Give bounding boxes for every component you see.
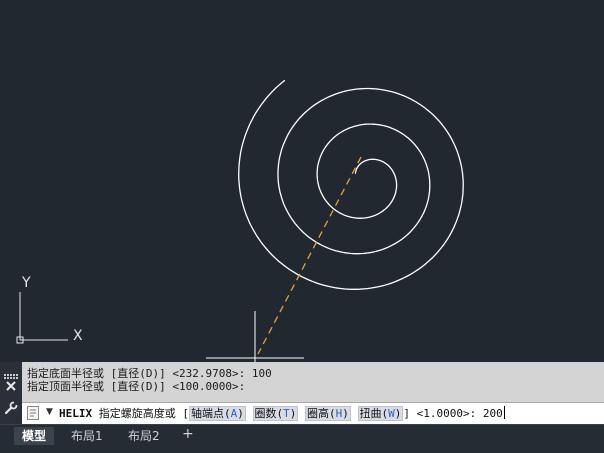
option-axis-endpoint[interactable]: 轴端点(A)	[189, 406, 246, 421]
ucs-icon: Y X	[16, 275, 83, 344]
command-line-icon[interactable]	[27, 406, 39, 420]
layout-tab-bar: 模型 布局1 布局2 +	[0, 424, 604, 453]
tab-model[interactable]: 模型	[14, 427, 55, 445]
canvas-svg: Y X	[16, 79, 464, 362]
command-line-input[interactable]: ▼ HELIX 指定螺旋高度或 [轴端点(A) 圈数(T) 圈高(H) 扭曲(W…	[22, 402, 604, 424]
command-history-lines: 指定底面半径或 [直径(D)] <232.9708>: 100 指定顶面半径或 …	[27, 367, 272, 393]
text-cursor	[503, 406, 505, 419]
command-prompt: HELIX 指定螺旋高度或 [轴端点(A) 圈数(T) 圈高(H) 扭曲(W)]…	[59, 406, 505, 421]
recent-commands-dropdown-icon[interactable]: ▼	[46, 407, 53, 417]
add-layout-tab-button[interactable]: +	[182, 426, 194, 442]
command-name: HELIX	[59, 407, 93, 420]
command-window-toolbar	[0, 362, 22, 424]
ucs-x-label: X	[73, 328, 83, 344]
drawing-canvas[interactable]: Y X	[0, 0, 604, 362]
grip-icon[interactable]	[0, 365, 22, 379]
option-twist[interactable]: 扭曲(W)	[357, 406, 404, 421]
tab-layout2[interactable]: 布局2	[120, 427, 168, 445]
option-turn-height[interactable]: 圈高(H)	[305, 406, 351, 421]
close-icon[interactable]	[0, 377, 22, 393]
helix-spiral	[238, 79, 464, 290]
command-prompt-text: 指定螺旋高度或 [	[98, 407, 189, 420]
tab-layout1[interactable]: 布局1	[63, 427, 111, 445]
ucs-y-label: Y	[21, 275, 31, 291]
command-input-value[interactable]: 200	[483, 407, 503, 420]
history-line: 指定顶面半径或 [直径(D)] <100.0000>:	[27, 380, 246, 393]
wrench-icon[interactable]	[0, 400, 22, 418]
history-line: 指定底面半径或 [直径(D)] <232.9708>: 100	[27, 367, 272, 380]
option-turns[interactable]: 圈数(T)	[252, 406, 299, 421]
command-default-value: <1.0000>:	[416, 407, 477, 420]
